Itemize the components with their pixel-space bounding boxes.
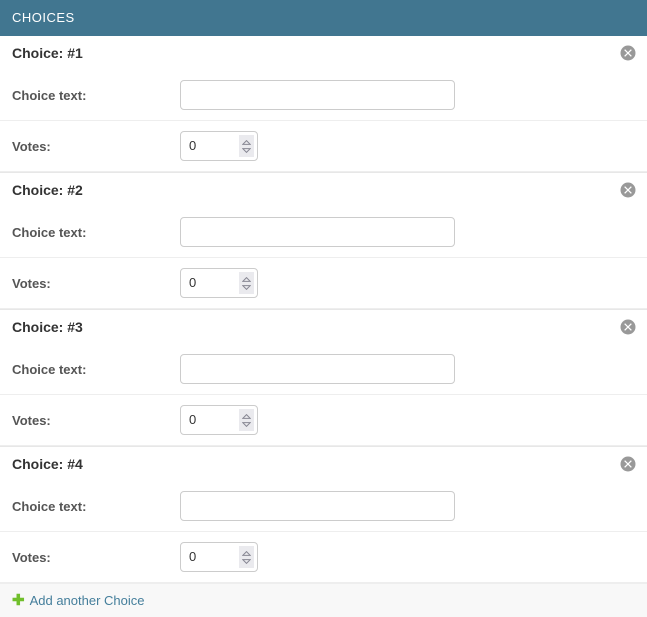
inline-heading-label-4: Choice: #4 (12, 456, 83, 472)
choice-text-input-1[interactable] (180, 80, 455, 110)
votes-stepper-2[interactable] (239, 272, 254, 294)
delete-circle-x-icon[interactable] (620, 319, 636, 335)
form-row-votes-1: Votes: 0 (0, 121, 647, 172)
votes-value-2: 0 (181, 269, 239, 297)
votes-label-3: Votes: (12, 413, 180, 428)
chevron-down-icon (242, 559, 251, 564)
votes-label-1: Votes: (12, 139, 180, 154)
form-row-choice-text-1: Choice text: (0, 70, 647, 121)
inline-related-3: Choice: #3 Choice text: Votes: 0 (0, 310, 647, 446)
chevron-up-icon (242, 414, 251, 419)
votes-label-4: Votes: (12, 550, 180, 565)
chevron-down-icon (242, 285, 251, 290)
choices-inline-group: CHOICES Choice: #1 Choice text: Votes: 0 (0, 0, 647, 617)
choice-text-input-4[interactable] (180, 491, 455, 521)
form-row-choice-text-4: Choice text: (0, 481, 647, 532)
votes-number-input-3[interactable]: 0 (180, 405, 258, 435)
votes-value-3: 0 (181, 406, 239, 434)
chevron-up-icon (242, 140, 251, 145)
inline-heading-1: Choice: #1 (0, 36, 647, 70)
votes-stepper-4[interactable] (239, 546, 254, 568)
votes-label-2: Votes: (12, 276, 180, 291)
form-row-votes-2: Votes: 0 (0, 258, 647, 309)
inline-heading-label-1: Choice: #1 (12, 45, 83, 61)
inline-heading-2: Choice: #2 (0, 173, 647, 207)
choice-text-label-4: Choice text: (12, 499, 180, 514)
form-row-choice-text-3: Choice text: (0, 344, 647, 395)
choice-text-label-3: Choice text: (12, 362, 180, 377)
add-another-row[interactable]: ✚ Add another Choice (0, 583, 647, 617)
module-header-title: CHOICES (12, 10, 75, 25)
chevron-down-icon (242, 422, 251, 427)
inline-related-1: Choice: #1 Choice text: Votes: 0 (0, 36, 647, 172)
chevron-up-icon (242, 551, 251, 556)
form-row-choice-text-2: Choice text: (0, 207, 647, 258)
delete-circle-x-icon[interactable] (620, 456, 636, 472)
inline-heading-label-2: Choice: #2 (12, 182, 83, 198)
votes-number-input-1[interactable]: 0 (180, 131, 258, 161)
votes-number-input-2[interactable]: 0 (180, 268, 258, 298)
delete-circle-x-icon[interactable] (620, 45, 636, 61)
votes-number-input-4[interactable]: 0 (180, 542, 258, 572)
choice-text-input-3[interactable] (180, 354, 455, 384)
chevron-up-icon (242, 277, 251, 282)
inline-heading-label-3: Choice: #3 (12, 319, 83, 335)
choice-text-label-2: Choice text: (12, 225, 180, 240)
choice-text-label-1: Choice text: (12, 88, 180, 103)
votes-stepper-1[interactable] (239, 135, 254, 157)
delete-circle-x-icon[interactable] (620, 182, 636, 198)
form-row-votes-4: Votes: 0 (0, 532, 647, 583)
choice-text-input-2[interactable] (180, 217, 455, 247)
form-row-votes-3: Votes: 0 (0, 395, 647, 446)
votes-value-4: 0 (181, 543, 239, 571)
inline-related-2: Choice: #2 Choice text: Votes: 0 (0, 173, 647, 309)
module-header: CHOICES (0, 0, 647, 36)
chevron-down-icon (242, 148, 251, 153)
votes-value-1: 0 (181, 132, 239, 160)
inline-heading-3: Choice: #3 (0, 310, 647, 344)
inline-heading-4: Choice: #4 (0, 447, 647, 481)
votes-stepper-3[interactable] (239, 409, 254, 431)
inline-related-4: Choice: #4 Choice text: Votes: 0 (0, 447, 647, 583)
